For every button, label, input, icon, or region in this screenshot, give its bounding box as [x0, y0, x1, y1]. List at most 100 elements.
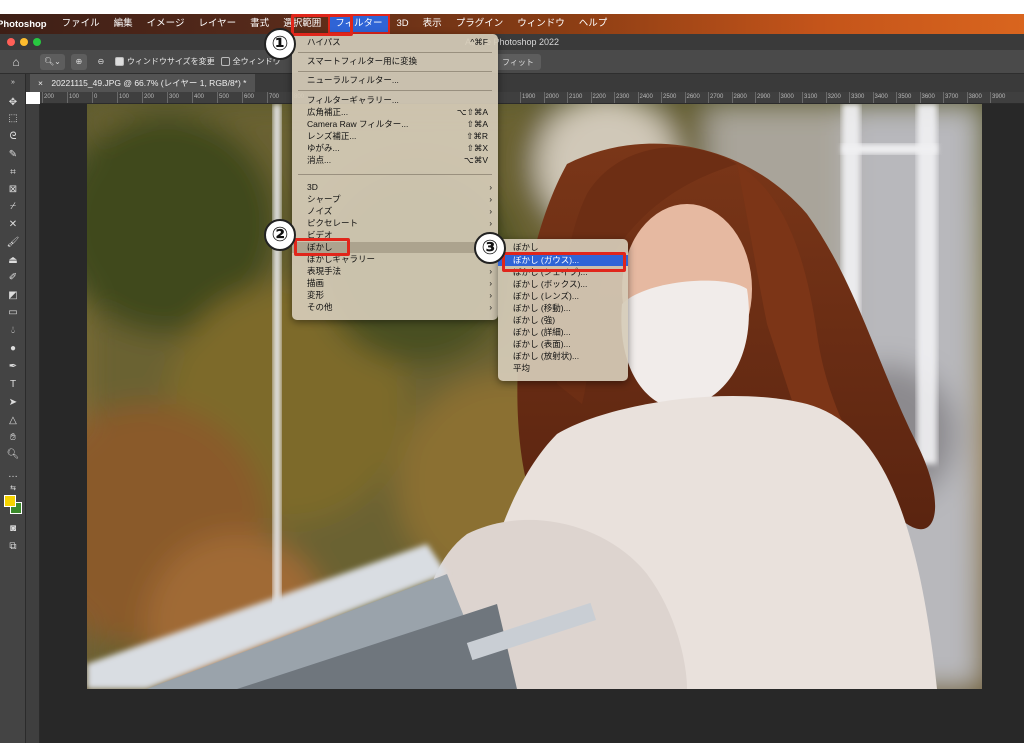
menu-3d[interactable]: 3D — [390, 14, 416, 34]
home-icon[interactable]: ⌂ — [8, 54, 24, 70]
ruler-tick-label: 100 — [119, 94, 130, 100]
lasso-tool-icon[interactable]: ᘓ — [5, 130, 21, 144]
pen-tool-icon[interactable]: ✒ — [5, 360, 21, 374]
resize-window-option[interactable]: ウィンドウサイズを変更 — [114, 56, 215, 67]
zoom-out-icon[interactable]: ⊖ — [93, 54, 109, 70]
ruler-tick-label: 2500 — [663, 94, 677, 100]
type-tool-icon[interactable]: T — [5, 378, 21, 392]
eraser-tool-icon[interactable]: ◩ — [5, 289, 21, 303]
menu-image[interactable]: イメージ — [140, 14, 192, 34]
filter-menu-item-sharpen[interactable]: シャープ › — [292, 194, 498, 205]
menu-layer[interactable]: レイヤー — [191, 14, 243, 34]
menu-separator — [298, 71, 492, 72]
filter-menu-item-render[interactable]: 描画 › — [292, 278, 498, 289]
checkbox-icon — [220, 57, 230, 67]
blur-submenu-item-lens-blur[interactable]: ぼかし (レンズ)... — [498, 291, 628, 302]
dodge-tool-icon[interactable]: ● — [5, 342, 21, 356]
shape-tool-icon[interactable]: △ — [5, 414, 21, 428]
filter-menu-item-pixelate[interactable]: ピクセレート › — [292, 218, 498, 229]
minimize-window-button[interactable] — [20, 38, 28, 46]
blur-submenu-item-radial-blur[interactable]: ぼかし (放射状)... — [498, 351, 628, 362]
ruler-tick-line — [943, 92, 944, 103]
filter-menu-item-filter-gallery[interactable]: フィルターギャラリー... — [292, 95, 498, 106]
annotation-step-3-badge: ③ — [474, 232, 506, 264]
zoom-window-button[interactable] — [33, 38, 41, 46]
menu-window[interactable]: ウィンドウ — [510, 14, 572, 34]
photo-canvas[interactable] — [87, 104, 982, 689]
filter-menu-item-lens-correction[interactable]: レンズ補正... ⇧⌘R — [292, 131, 498, 142]
filter-menu-item-3d[interactable]: 3D › — [292, 182, 498, 193]
ruler-tick-label: 200 — [144, 94, 155, 100]
filter-menu-item-adaptive-wide-angle[interactable]: 広角補正... ⌥⇧⌘A — [292, 107, 498, 118]
ruler-tick-label: 3200 — [827, 94, 841, 100]
filter-menu-item-convert-smart-filter[interactable]: スマートフィルター用に変換 — [292, 56, 498, 67]
ruler-tick-label: 3100 — [804, 94, 818, 100]
blur-submenu-item-surface-blur[interactable]: ぼかし (表面)... — [498, 339, 628, 350]
screen-mode-icon[interactable]: ⧉ — [5, 540, 21, 554]
crop-tool-icon[interactable]: ⌗ — [5, 166, 21, 180]
ruler-tick-label: 3300 — [851, 94, 865, 100]
checkbox-icon — [114, 57, 124, 67]
filter-menu-item-high-pass[interactable]: ハイパス ^⌘F — [292, 37, 498, 48]
swap-colors-icon[interactable]: ⇆ — [5, 482, 21, 496]
move-tool-icon[interactable]: ✥ — [5, 96, 21, 110]
app-menu[interactable]: Photoshop — [0, 19, 55, 30]
filter-menu-item-vanishing-point[interactable]: 消点... ⌥⌘V — [292, 155, 498, 166]
ruler-tick-line — [990, 92, 991, 103]
ruler-tick-line — [755, 92, 756, 103]
filter-menu-item-distort[interactable]: 変形 › — [292, 290, 498, 301]
filter-menu-item-stylize[interactable]: 表現手法 › — [292, 266, 498, 277]
stamp-tool-icon[interactable]: ⏏ — [5, 254, 21, 268]
zoom-tool-preset[interactable]: 🔍︎⌄ — [40, 53, 65, 70]
marquee-tool-icon[interactable]: ⬚ — [5, 112, 21, 126]
fit-button[interactable]: フィット — [495, 54, 541, 70]
ruler-tick-label: 3400 — [874, 94, 888, 100]
hand-tool-icon[interactable]: ✋︎ — [5, 431, 21, 445]
ruler-tick-label: 3900 — [992, 94, 1006, 100]
ruler-tick-line — [142, 92, 143, 103]
blur-submenu-item-average[interactable]: 平均 — [498, 363, 628, 374]
gradient-tool-icon[interactable]: ▭ — [5, 306, 21, 320]
path-select-icon[interactable]: ➤ — [5, 396, 21, 410]
ruler-tick-line — [117, 92, 118, 103]
healing-tool-icon[interactable]: ✕ — [5, 218, 21, 232]
close-tab-icon[interactable]: × — [38, 78, 43, 88]
ruler-tick-line — [849, 92, 850, 103]
ruler-tick-label: 2200 — [592, 94, 606, 100]
annotation-step-1-badge: ① — [264, 28, 296, 60]
menu-file[interactable]: ファイル — [55, 14, 107, 34]
history-brush-icon[interactable]: ✐ — [5, 271, 21, 285]
quick-mask-icon[interactable]: ◙ — [5, 522, 21, 536]
zoom-in-icon[interactable]: ⊕ — [70, 53, 87, 70]
blur-submenu-item-motion-blur[interactable]: ぼかし (移動)... — [498, 303, 628, 314]
blur-submenu-item-blur-more[interactable]: ぼかし (強) — [498, 315, 628, 326]
menu-bar: Photoshop ファイル 編集 イメージ レイヤー 書式 選択範囲 フィルタ… — [0, 14, 1024, 34]
eyedropper-tool-icon[interactable]: ⌿ — [5, 200, 21, 214]
filter-menu-item-other[interactable]: その他 › — [292, 302, 498, 313]
filter-menu-item-liquify[interactable]: ゆがみ... ⇧⌘X — [292, 143, 498, 154]
ruler-tick-line — [67, 92, 68, 103]
close-window-button[interactable] — [7, 38, 15, 46]
filter-menu-item-camera-raw[interactable]: Camera Raw フィルター... ⇧⌘A — [292, 119, 498, 130]
ruler-tick-label: 400 — [194, 94, 205, 100]
brush-tool-icon[interactable]: 🖌︎ — [5, 236, 21, 250]
collapse-icon[interactable]: » — [5, 76, 21, 90]
zoom-tool-icon[interactable]: 🔍︎ — [5, 448, 21, 462]
more-tools-icon[interactable]: … — [5, 468, 21, 482]
menu-plugins[interactable]: プラグイン — [449, 14, 511, 34]
document-tab-bar: × 20221115_49.JPG @ 66.7% (レイヤー 1, RGB/8… — [26, 74, 1024, 92]
filter-menu-item-noise[interactable]: ノイズ › — [292, 206, 498, 217]
document-tab[interactable]: × 20221115_49.JPG @ 66.7% (レイヤー 1, RGB/8… — [30, 74, 255, 92]
blur-submenu-item-box-blur[interactable]: ぼかし (ボックス)... — [498, 279, 628, 290]
menu-view[interactable]: 表示 — [416, 14, 449, 34]
menu-help[interactable]: ヘルプ — [572, 14, 615, 34]
foreground-color-swatch[interactable] — [4, 495, 16, 507]
quick-select-tool-icon[interactable]: ✎ — [5, 148, 21, 162]
blur-tool-icon[interactable]: 💧︎ — [5, 324, 21, 338]
menu-edit[interactable]: 編集 — [107, 14, 140, 34]
blur-submenu-item-smart-blur[interactable]: ぼかし (詳細)... — [498, 327, 628, 338]
tools-panel: » ✥ ⬚ ᘓ ✎ ⌗ ⊠ ⌿ ✕ 🖌︎ ⏏ ✐ ◩ ▭ 💧︎ ● ✒ T ➤ … — [0, 74, 26, 743]
filter-menu-item-neural-filters[interactable]: ニューラルフィルター... — [292, 75, 498, 86]
ruler-tick-label: 2400 — [639, 94, 653, 100]
frame-tool-icon[interactable]: ⊠ — [5, 183, 21, 197]
